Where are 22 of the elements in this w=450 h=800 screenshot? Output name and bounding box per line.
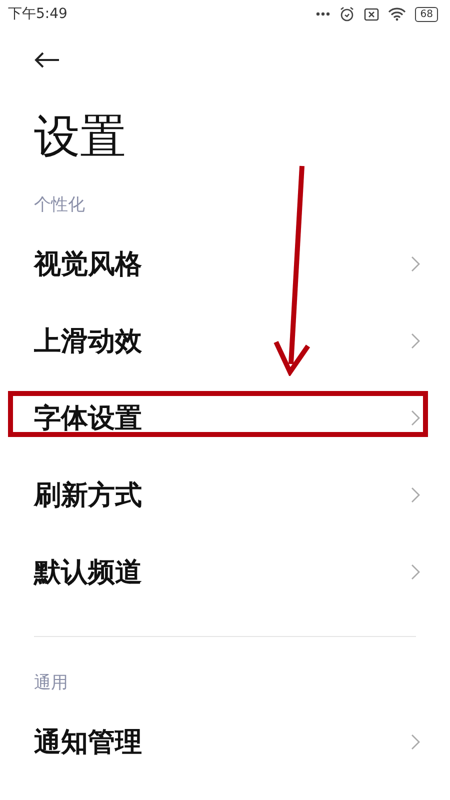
chevron-icon xyxy=(411,734,420,750)
settings-item[interactable]: 通知管理 xyxy=(0,703,450,780)
chevron-icon xyxy=(411,256,420,272)
wifi-icon xyxy=(388,7,406,21)
sim-off-icon xyxy=(364,8,380,20)
section-header: 通用 xyxy=(34,672,69,695)
back-arrow-icon xyxy=(34,51,60,69)
alarm-icon xyxy=(339,6,356,22)
status-time: 下午5:49 xyxy=(8,5,68,23)
settings-item[interactable]: 刷新方式 xyxy=(0,456,450,533)
chevron-icon xyxy=(411,410,420,426)
page-title: 设置 xyxy=(34,109,127,163)
chevron-icon xyxy=(411,332,420,348)
settings-item[interactable]: 视觉风格 xyxy=(0,225,450,302)
chevron-icon xyxy=(411,564,420,580)
chevron-icon xyxy=(411,486,420,502)
settings-item[interactable]: 默认频道 xyxy=(0,533,450,610)
settings-item[interactable]: 字体设置 xyxy=(0,379,450,456)
section-header: 个性化 xyxy=(34,194,86,217)
battery-indicator: 68 xyxy=(415,6,438,22)
settings-item[interactable]: 上滑动效 xyxy=(0,302,450,379)
more-icon xyxy=(316,12,330,16)
